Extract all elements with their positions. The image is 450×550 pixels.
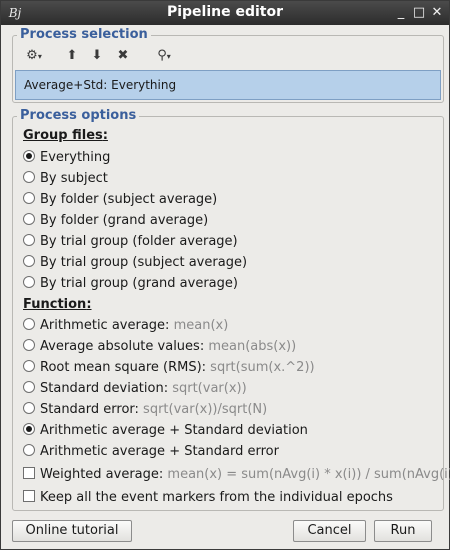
run-button[interactable]: Run <box>374 520 432 542</box>
radio-rms[interactable]: Root mean square (RMS): sqrt(sum(x.^2)) <box>23 359 315 377</box>
radio-button[interactable] <box>23 402 35 414</box>
online-tutorial-button[interactable]: Online tutorial <box>12 520 132 542</box>
radio-button[interactable] <box>23 360 35 372</box>
radio-by-subject[interactable]: By subject <box>23 170 108 188</box>
radio-average-plus-std[interactable]: Arithmetic average + Standard deviation <box>23 422 308 440</box>
radio-button[interactable] <box>23 381 35 393</box>
radio-average-absolute[interactable]: Average absolute values: mean(abs(x)) <box>23 338 296 356</box>
keep-markers-checkbox-row[interactable]: Keep all the event markers from the indi… <box>23 489 393 507</box>
close-icon[interactable]: ✕ <box>429 5 445 21</box>
group-files-label: Group files: <box>23 128 108 143</box>
radio-button[interactable] <box>23 276 35 288</box>
tree-icon: ⚲ <box>157 48 167 63</box>
minimize-icon[interactable]: _ <box>393 5 409 21</box>
weighted-average-checkbox-row[interactable]: Weighted average: mean(x) = sum(nAvg(i) … <box>23 466 450 484</box>
radio-button[interactable] <box>23 318 35 330</box>
radio-arithmetic-average[interactable]: Arithmetic average: mean(x) <box>23 317 228 335</box>
dropdown-arrow-icon: ▾ <box>37 52 42 61</box>
radio-button[interactable] <box>23 150 35 162</box>
dropdown-arrow-icon: ▾ <box>166 52 171 61</box>
radio-standard-deviation[interactable]: Standard deviation: sqrt(var(x)) <box>23 380 247 398</box>
radio-by-trial-subject[interactable]: By trial group (subject average) <box>23 254 247 272</box>
delete-x-icon: ✖ <box>117 48 129 63</box>
radio-average-plus-stderr[interactable]: Arithmetic average + Standard error <box>23 443 279 461</box>
process-options-title: Process options <box>17 108 140 124</box>
process-selection-title: Process selection <box>17 27 151 43</box>
radio-button[interactable] <box>23 444 35 456</box>
radio-button[interactable] <box>23 192 35 204</box>
radio-button[interactable] <box>23 234 35 246</box>
radio-by-trial-folder[interactable]: By trial group (folder average) <box>23 233 238 251</box>
pipeline-tree-dropdown-button[interactable]: ⚲▾ <box>151 46 177 66</box>
process-selection-group: Process selection ⚙▾ ⬆ ⬇ ✖ ⚲▾ Average+St… <box>12 27 444 103</box>
arrow-up-icon: ⬆ <box>66 48 78 63</box>
move-down-button[interactable]: ⬇ <box>89 46 105 66</box>
radio-by-trial-grand[interactable]: By trial group (grand average) <box>23 275 238 293</box>
gear-icon: ⚙ <box>26 48 38 63</box>
radio-by-folder-grand[interactable]: By folder (grand average) <box>23 212 208 230</box>
radio-by-folder-subject[interactable]: By folder (subject average) <box>23 191 217 209</box>
radio-button[interactable] <box>23 423 35 435</box>
process-list[interactable]: Average+Std: Everything <box>15 70 441 100</box>
gear-dropdown-button[interactable]: ⚙▾ <box>21 46 47 66</box>
radio-standard-error[interactable]: Standard error: sqrt(var(x))/sqrt(N) <box>23 401 267 419</box>
process-list-item[interactable]: Average+Std: Everything <box>24 78 176 92</box>
radio-everything[interactable]: Everything <box>23 149 110 167</box>
pipeline-editor-window: Bj Pipeline editor _ □ ✕ Process selecti… <box>0 0 450 550</box>
process-options-group: Process options Group files: Everything … <box>12 108 450 511</box>
function-label: Function: <box>23 297 92 312</box>
title-bar[interactable]: Bj Pipeline editor _ □ ✕ <box>1 1 449 25</box>
maximize-icon[interactable]: □ <box>411 5 427 21</box>
cancel-button[interactable]: Cancel <box>293 520 366 542</box>
radio-button[interactable] <box>23 339 35 351</box>
delete-button[interactable]: ✖ <box>114 46 132 66</box>
radio-button[interactable] <box>23 213 35 225</box>
radio-button[interactable] <box>23 255 35 267</box>
checkbox[interactable] <box>23 467 35 479</box>
radio-button[interactable] <box>23 171 35 183</box>
arrow-down-icon: ⬇ <box>91 48 103 63</box>
window-title: Pipeline editor <box>166 4 284 20</box>
move-up-button[interactable]: ⬆ <box>64 46 80 66</box>
checkbox[interactable] <box>23 490 35 502</box>
